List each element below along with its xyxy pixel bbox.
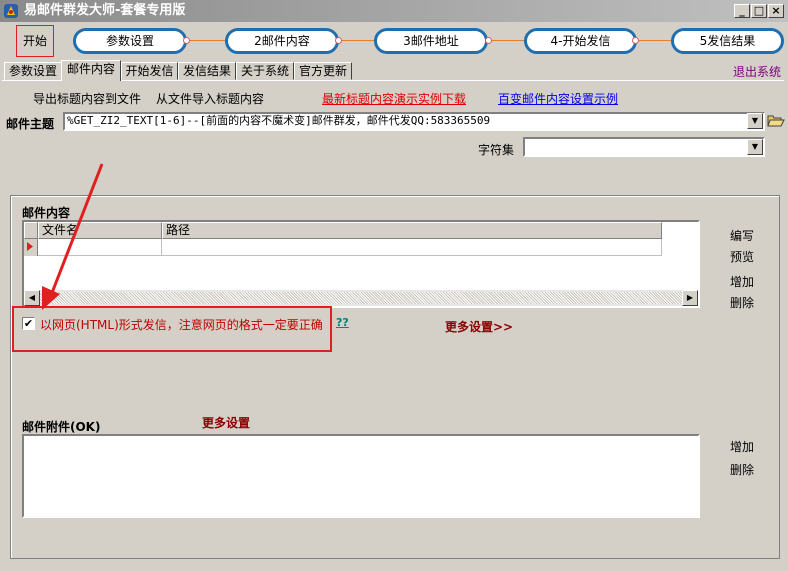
wizard-connector — [636, 40, 674, 41]
minimize-button[interactable]: _ — [734, 4, 750, 18]
wizard-step-send[interactable]: 4-开始发信 — [524, 28, 637, 54]
attachment-more-settings-link[interactable]: 更多设置 — [202, 414, 250, 431]
tab-send[interactable]: 开始发信 — [121, 62, 178, 80]
preview-button[interactable]: 预览 — [730, 248, 754, 265]
table-cell-path[interactable] — [162, 239, 662, 256]
subject-label: 邮件主题 — [6, 117, 55, 131]
start-button[interactable]: 开始 — [16, 25, 54, 57]
tab-results[interactable]: 发信结果 — [178, 62, 236, 80]
wizard-dot — [335, 37, 342, 44]
window-title: 易邮件群发大师-套餐专用版 — [24, 3, 186, 18]
charset-label: 字符集 — [478, 143, 515, 157]
import-titles-link[interactable]: 从文件导入标题内容 — [156, 90, 264, 107]
scroll-right-button[interactable]: ▶ — [682, 290, 698, 306]
wizard-step-content[interactable]: 2邮件内容 — [225, 28, 339, 54]
subject-dropdown-button[interactable]: ▼ — [747, 113, 763, 129]
help-link[interactable]: ?? — [336, 316, 349, 329]
exit-link[interactable]: 退出系统 — [733, 63, 781, 80]
wizard-connector — [488, 40, 528, 41]
subject-input[interactable]: %GET_ZI2_TEXT[1-6]--[前面的内容不魔术变]邮件群发，邮件代发… — [63, 112, 765, 131]
tab-params[interactable]: 参数设置 — [4, 62, 62, 80]
maximize-button[interactable]: □ — [751, 4, 767, 18]
wizard-connector — [186, 40, 226, 41]
html-mode-checkbox[interactable]: ✔ — [22, 317, 35, 330]
wizard-step-address[interactable]: 3邮件地址 — [374, 28, 488, 54]
close-button[interactable]: × — [768, 4, 784, 18]
edit-content-button[interactable]: 编写 — [730, 227, 754, 244]
content-file-grid[interactable]: 文件名 路径 ◀ ▶ — [22, 220, 700, 308]
wizard-connector — [338, 40, 378, 41]
wizard-dot — [632, 37, 639, 44]
delete-content-button[interactable]: 删除 — [730, 294, 754, 311]
annotation-arrow-icon — [42, 163, 104, 310]
app-icon — [4, 4, 18, 18]
wizard-step-params[interactable]: 参数设置 — [73, 28, 187, 54]
add-attachment-button[interactable]: 增加 — [730, 438, 754, 455]
title-bar: 易邮件群发大师-套餐专用版 _ □ × — [0, 0, 788, 22]
grid-header-path[interactable]: 路径 — [162, 222, 662, 239]
wizard-dot — [485, 37, 492, 44]
tab-about[interactable]: 关于系统 — [236, 62, 294, 80]
open-folder-icon[interactable] — [767, 113, 785, 129]
subject-value: %GET_ZI2_TEXT[1-6]--[前面的内容不魔术变]邮件群发，邮件代发… — [67, 114, 491, 127]
tab-updates[interactable]: 官方更新 — [294, 62, 352, 80]
wizard-dot — [183, 37, 190, 44]
attachment-section-label: 邮件附件(OK) — [22, 420, 101, 434]
charset-dropdown-button[interactable]: ▼ — [747, 139, 763, 155]
charset-select[interactable] — [523, 137, 765, 157]
scroll-track[interactable] — [40, 292, 682, 304]
attachment-list[interactable] — [22, 434, 700, 518]
wizard-step-result[interactable]: 5发信结果 — [671, 28, 784, 54]
sample-settings-link[interactable]: 百变邮件内容设置示例 — [498, 90, 618, 107]
content-more-settings-link[interactable]: 更多设置>> — [445, 318, 513, 335]
horizontal-scrollbar[interactable]: ◀ ▶ — [24, 290, 698, 306]
demo-download-link[interactable]: 最新标题内容演示实例下载 — [322, 90, 466, 107]
tab-content[interactable]: 邮件内容 — [61, 60, 121, 81]
html-mode-label[interactable]: 以网页(HTML)形式发信，注意网页的格式一定要正确 — [40, 316, 323, 333]
export-titles-link[interactable]: 导出标题内容到文件 — [33, 90, 141, 107]
add-content-button[interactable]: 增加 — [730, 273, 754, 290]
delete-attachment-button[interactable]: 删除 — [730, 461, 754, 478]
